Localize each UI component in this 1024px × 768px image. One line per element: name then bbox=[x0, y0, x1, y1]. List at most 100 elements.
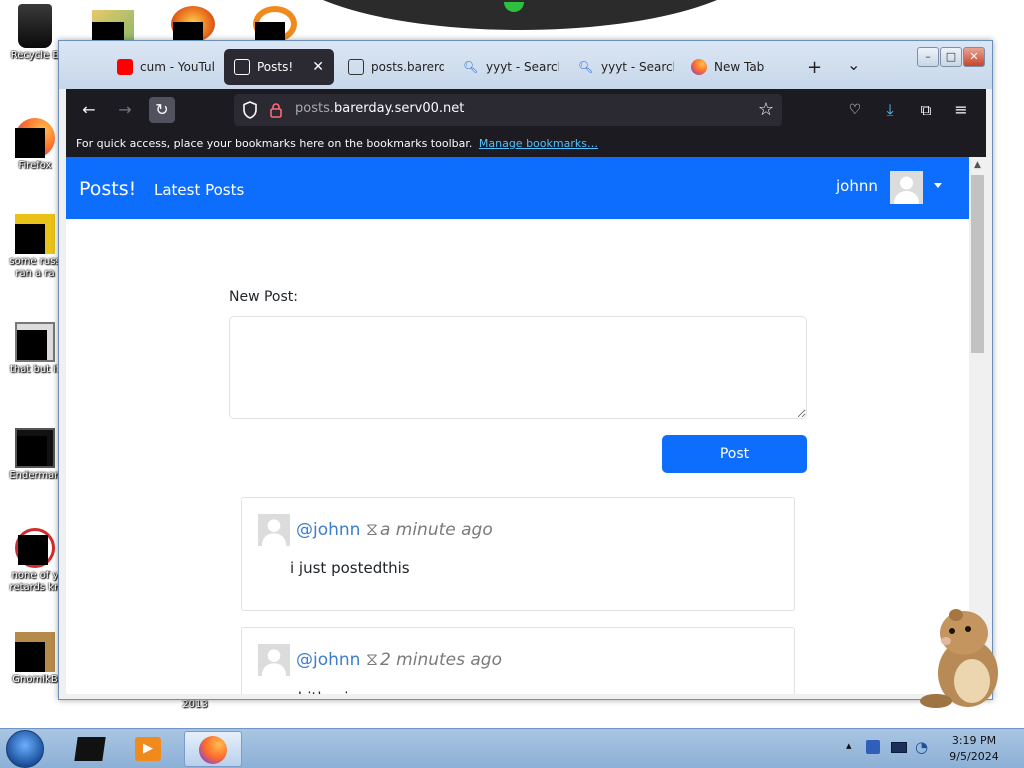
hourglass-icon: ⧖ bbox=[366, 650, 378, 670]
taskbar-app-media[interactable]: ▶ bbox=[128, 731, 168, 767]
tab-label: cum - YouTul bbox=[140, 60, 215, 74]
post-author-link[interactable]: @johnn bbox=[296, 650, 360, 670]
top-dock-decoration bbox=[280, 0, 760, 30]
post-card: @johnn ⧖2 minutes ago shitbpsing bbox=[241, 627, 795, 694]
forward-button[interactable]: → bbox=[112, 97, 138, 123]
tab-search-1[interactable]: 🔍︎ yyyt - Search bbox=[453, 49, 559, 85]
new-post-label: New Post: bbox=[229, 289, 298, 305]
search-icon: 🔍︎ bbox=[578, 60, 594, 74]
dock-indicator bbox=[504, 2, 524, 12]
close-tab-icon[interactable]: ✕ bbox=[312, 59, 324, 75]
clock-time: 3:19 PM bbox=[951, 734, 997, 747]
maximize-button[interactable]: □ bbox=[940, 47, 962, 67]
site-brand[interactable]: Posts! bbox=[79, 178, 136, 200]
scroll-up-icon[interactable]: ▲ bbox=[969, 157, 986, 174]
site-icon bbox=[234, 59, 250, 75]
bookmarks-toolbar: For quick access, place your bookmarks h… bbox=[66, 131, 986, 157]
avatar bbox=[258, 644, 290, 676]
app-icon[interactable] bbox=[171, 6, 215, 42]
taskbar-app-firefox[interactable] bbox=[184, 731, 242, 767]
post-body: i just postedthis bbox=[290, 559, 410, 577]
post-timestamp: ⧖ a minute ago bbox=[366, 520, 493, 540]
default-avatar-icon bbox=[261, 649, 287, 676]
media-player-icon: ▶ bbox=[135, 737, 161, 761]
scrollbar-thumb[interactable] bbox=[971, 175, 984, 353]
tab-label: Posts! bbox=[257, 60, 294, 74]
shield-icon[interactable] bbox=[242, 101, 258, 119]
tab-posts-barerday[interactable]: posts.barerda bbox=[338, 49, 444, 85]
page-viewport: Posts! Latest Posts johnn New Post: Post… bbox=[66, 157, 986, 694]
url-subdomain: posts. bbox=[295, 101, 334, 116]
tray-display-icon[interactable] bbox=[891, 742, 907, 753]
site-icon bbox=[348, 59, 364, 75]
tab-posts[interactable]: Posts! ✕ bbox=[224, 49, 334, 85]
new-post-textarea[interactable] bbox=[229, 316, 807, 419]
address-bar[interactable]: posts.barerday.serv00.net ☆ bbox=[234, 94, 782, 126]
hamster-app-icon bbox=[15, 632, 55, 672]
avatar bbox=[258, 514, 290, 546]
post-card: @johnn ⧖ a minute ago i just postedthis bbox=[241, 497, 795, 611]
latest-posts-link[interactable]: Latest Posts bbox=[154, 181, 244, 199]
post-time-text: 2 minutes ago bbox=[379, 650, 502, 670]
app-icon-2[interactable] bbox=[253, 6, 297, 42]
default-avatar-icon bbox=[894, 176, 919, 204]
post-body: shitbpsing bbox=[290, 689, 367, 694]
folder-icon[interactable] bbox=[92, 10, 134, 42]
start-button[interactable] bbox=[6, 730, 44, 768]
post-timestamp: ⧖ 2 minutes ago bbox=[366, 650, 502, 670]
search-icon: 🔍︎ bbox=[463, 60, 479, 74]
bookmarks-notice: For quick access, place your bookmarks h… bbox=[76, 137, 473, 150]
url-domain: barerday.serv00.net bbox=[333, 101, 465, 116]
ie-icon bbox=[15, 214, 55, 254]
tab-list-button[interactable]: ⌄ bbox=[847, 55, 860, 74]
browser-window: cum - YouTul Posts! ✕ posts.barerda 🔍︎ y… bbox=[58, 40, 993, 700]
firefox-icon bbox=[15, 118, 55, 158]
window-stack-icon bbox=[15, 322, 55, 362]
desktop-icon-label: 2013 bbox=[182, 699, 208, 710]
minimize-button[interactable]: – bbox=[917, 47, 939, 67]
hamster-mascot bbox=[920, 609, 998, 708]
lock-icon[interactable] bbox=[269, 102, 283, 118]
downloads-icon[interactable]: ⤓ bbox=[877, 97, 903, 123]
back-button[interactable]: ← bbox=[76, 97, 102, 123]
post-button[interactable]: Post bbox=[662, 435, 807, 473]
post-time-text: a minute ago bbox=[379, 520, 493, 540]
tab-new-tab[interactable]: New Tab bbox=[681, 49, 787, 85]
user-menu-caret-icon[interactable] bbox=[934, 183, 942, 188]
manage-bookmarks-link[interactable]: Manage bookmarks… bbox=[479, 137, 598, 150]
tray-network-icon[interactable] bbox=[866, 740, 880, 754]
post-author-link[interactable]: @johnn bbox=[296, 520, 360, 540]
username[interactable]: johnn bbox=[836, 177, 878, 195]
tab-strip: cum - YouTul Posts! ✕ posts.barerda 🔍︎ y… bbox=[59, 41, 992, 89]
navigation-toolbar: ← → ↻ posts.barerday.serv00.net ☆ ♡ ⤓ ⧉ … bbox=[66, 89, 986, 131]
system-clock[interactable]: 3:19 PM 9/5/2024 bbox=[942, 733, 1006, 765]
terminal-icon bbox=[15, 428, 55, 468]
taskbar-app-terminal[interactable] bbox=[70, 731, 110, 767]
menu-icon[interactable]: ≡ bbox=[948, 97, 974, 123]
tab-youtube[interactable]: cum - YouTul bbox=[107, 49, 215, 85]
url-text[interactable]: posts.barerday.serv00.net bbox=[295, 101, 464, 116]
hourglass-icon: ⧖ bbox=[366, 520, 378, 540]
extensions-icon[interactable]: ⧉ bbox=[913, 97, 939, 123]
tray-expand-icon[interactable]: ▴ bbox=[846, 739, 852, 752]
firefox-icon bbox=[199, 736, 227, 764]
desktop-icon-2013[interactable]: 2013 bbox=[160, 699, 230, 711]
avatar[interactable] bbox=[890, 171, 923, 204]
tab-label: New Tab bbox=[714, 60, 765, 74]
firefox-icon bbox=[691, 59, 707, 75]
clock-date: 9/5/2024 bbox=[949, 750, 999, 763]
pocket-icon[interactable]: ♡ bbox=[842, 97, 868, 123]
tab-search-2[interactable]: 🔍︎ yyyt - Search bbox=[568, 49, 674, 85]
default-avatar-icon bbox=[261, 519, 287, 546]
reload-button[interactable]: ↻ bbox=[149, 97, 175, 123]
new-tab-button[interactable]: + bbox=[807, 57, 822, 78]
close-window-button[interactable]: ✕ bbox=[963, 47, 985, 67]
red-circle-icon bbox=[15, 528, 55, 568]
bookmark-star-icon[interactable]: ☆ bbox=[758, 99, 774, 120]
taskbar: ▶ ▴ ◔ 3:19 PM 9/5/2024 bbox=[0, 728, 1024, 768]
tab-label: posts.barerda bbox=[371, 60, 444, 74]
youtube-icon bbox=[117, 59, 133, 75]
tray-volume-icon[interactable]: ◔ bbox=[915, 738, 928, 756]
recycle-bin-icon bbox=[18, 4, 52, 48]
site-navbar: Posts! Latest Posts johnn bbox=[66, 157, 969, 219]
